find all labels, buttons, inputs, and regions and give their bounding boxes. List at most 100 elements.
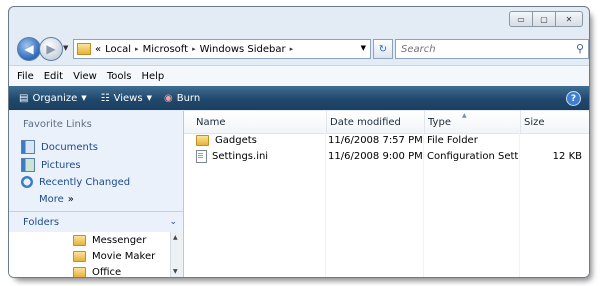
navigation-pane: Favorite Links Documents Pictures Recent…: [9, 111, 184, 277]
breadcrumb-separator[interactable]: ▸: [192, 45, 196, 53]
favorite-link-label: Pictures: [41, 159, 81, 171]
date-cell: 11/6/2008 9:00 PM: [328, 151, 422, 162]
back-button[interactable]: ◀: [17, 37, 41, 61]
address-bar[interactable]: « Local ▸ Microsoft ▸ Windows Sidebar ▸ …: [73, 39, 371, 59]
folders-label: Folders: [23, 216, 60, 228]
breadcrumb-windows-sidebar[interactable]: Windows Sidebar: [200, 44, 286, 55]
address-dropdown-arrow[interactable]: ▼: [361, 44, 366, 52]
tree-item-label: Office: [92, 267, 122, 277]
size-cell: [522, 133, 582, 148]
recently-changed-icon: [21, 176, 33, 188]
views-icon: ☷: [100, 92, 110, 104]
search-icon[interactable]: ⚲: [576, 42, 584, 55]
settings-file-icon: [196, 150, 207, 163]
size-cell: 12 KB: [552, 151, 582, 162]
column-header-type[interactable]: Type: [424, 111, 521, 133]
column-header-label: Date modified: [330, 116, 401, 128]
favorite-link-recently-changed[interactable]: Recently Changed: [21, 176, 130, 188]
command-bar: ▤ Organize ▼ ☷ Views ▼ ◉ Burn ?: [9, 86, 589, 110]
file-list: Name Date modified Type Size ▲ Gadgets 1…: [184, 111, 589, 277]
breadcrumb-separator[interactable]: ▸: [135, 45, 139, 53]
sort-indicator-icon: ▲: [462, 112, 467, 119]
help-button[interactable]: ?: [566, 91, 581, 106]
burn-button[interactable]: ◉ Burn: [164, 93, 200, 104]
forward-button[interactable]: ▶: [39, 37, 63, 61]
column-headers: Name Date modified Type Size ▲: [184, 111, 589, 134]
burn-disc-icon: ◉: [163, 92, 173, 104]
search-input[interactable]: [399, 42, 563, 56]
caption-buttons: ▭ ▢ ✕: [509, 11, 583, 27]
maximize-button[interactable]: ▢: [532, 11, 556, 27]
file-name: Gadgets: [215, 135, 257, 146]
column-header-label: Size: [524, 116, 545, 128]
explorer-window: ▭ ▢ ✕ ◀ ▶ ▼ « Local ▸ Microsoft ▸ Window…: [8, 6, 590, 278]
burn-label: Burn: [176, 92, 201, 104]
tree-item-label: Messenger: [92, 235, 147, 246]
tree-scrollbar[interactable]: ▲ ▼: [170, 232, 183, 277]
tree-item-label: Movie Maker: [92, 251, 156, 262]
views-label: Views: [113, 92, 143, 104]
organize-label: Organize: [32, 92, 78, 104]
table-row[interactable]: Settings.ini 11/6/2008 9:00 PM Configura…: [184, 149, 589, 164]
more-label: More: [39, 194, 64, 205]
menu-view[interactable]: View: [73, 71, 97, 82]
menu-edit[interactable]: Edit: [44, 71, 63, 82]
folder-icon: [77, 43, 91, 55]
table-row[interactable]: Gadgets 11/6/2008 7:57 PM File Folder: [184, 133, 589, 148]
recent-pages-dropdown[interactable]: ▼: [63, 44, 68, 52]
address-row: ◀ ▶ ▼ « Local ▸ Microsoft ▸ Windows Side…: [15, 35, 589, 63]
tree-item[interactable]: Messenger: [73, 235, 146, 246]
favorite-link-pictures[interactable]: Pictures: [21, 158, 81, 172]
forward-arrow-icon: ▶: [46, 42, 56, 56]
more-links[interactable]: More »: [39, 194, 74, 205]
folder-icon: [73, 235, 86, 246]
organize-icon: ▤: [19, 92, 29, 104]
column-header-size[interactable]: Size: [520, 111, 589, 133]
column-header-label: Name: [196, 116, 226, 128]
folder-icon: [73, 267, 86, 277]
tree-item[interactable]: Movie Maker: [73, 251, 155, 262]
folder-icon: [196, 135, 209, 146]
breadcrumb-microsoft[interactable]: Microsoft: [143, 44, 189, 55]
refresh-icon: ↻: [378, 43, 388, 55]
chevron-down-icon: ▼: [81, 94, 87, 102]
file-name: Settings.ini: [212, 151, 269, 162]
close-button[interactable]: ✕: [555, 11, 583, 27]
breadcrumb-separator[interactable]: ▸: [290, 45, 294, 53]
menu-help[interactable]: Help: [141, 71, 164, 82]
type-cell: Configuration Sett...: [427, 151, 519, 162]
folders-toggle[interactable]: Folders ⌄: [9, 211, 183, 232]
menu-tools[interactable]: Tools: [107, 71, 132, 82]
favorite-link-documents[interactable]: Documents: [21, 140, 98, 154]
back-arrow-icon: ◀: [24, 42, 34, 56]
views-button[interactable]: ☷ Views ▼: [101, 93, 152, 104]
scroll-up-icon[interactable]: ▲: [173, 234, 178, 241]
tree-item[interactable]: Office: [73, 267, 121, 277]
scroll-down-icon[interactable]: ▼: [173, 268, 178, 275]
folder-tree: Messenger Movie Maker Office ▲ ▼: [9, 232, 183, 277]
documents-icon: [21, 140, 35, 154]
pictures-icon: [21, 158, 35, 172]
favorite-link-label: Recently Changed: [39, 176, 131, 188]
organize-button[interactable]: ▤ Organize ▼: [19, 93, 87, 104]
folder-icon: [73, 251, 86, 262]
breadcrumb-local[interactable]: Local: [105, 44, 131, 55]
menu-bar: File Edit View Tools Help: [9, 65, 589, 86]
date-cell: 11/6/2008 7:57 PM: [328, 135, 422, 146]
search-box: ⚲: [395, 39, 589, 59]
column-header-date[interactable]: Date modified: [326, 111, 425, 133]
chevron-down-icon: ▼: [146, 94, 152, 102]
menu-file[interactable]: File: [17, 71, 34, 82]
refresh-button[interactable]: ↻: [373, 39, 393, 59]
favorite-link-label: Documents: [41, 141, 99, 153]
column-header-name[interactable]: Name: [184, 111, 327, 133]
double-chevron-icon: »: [67, 194, 74, 205]
favorite-links-heading: Favorite Links: [23, 119, 92, 130]
address-overflow[interactable]: «: [95, 44, 101, 55]
file-name-cell: Settings.ini: [196, 149, 324, 164]
type-cell: File Folder: [427, 135, 478, 146]
column-header-label: Type: [428, 116, 451, 128]
chevron-down-icon: ⌄: [169, 217, 177, 227]
minimize-button[interactable]: ▭: [509, 11, 533, 27]
file-name-cell: Gadgets: [196, 133, 324, 148]
